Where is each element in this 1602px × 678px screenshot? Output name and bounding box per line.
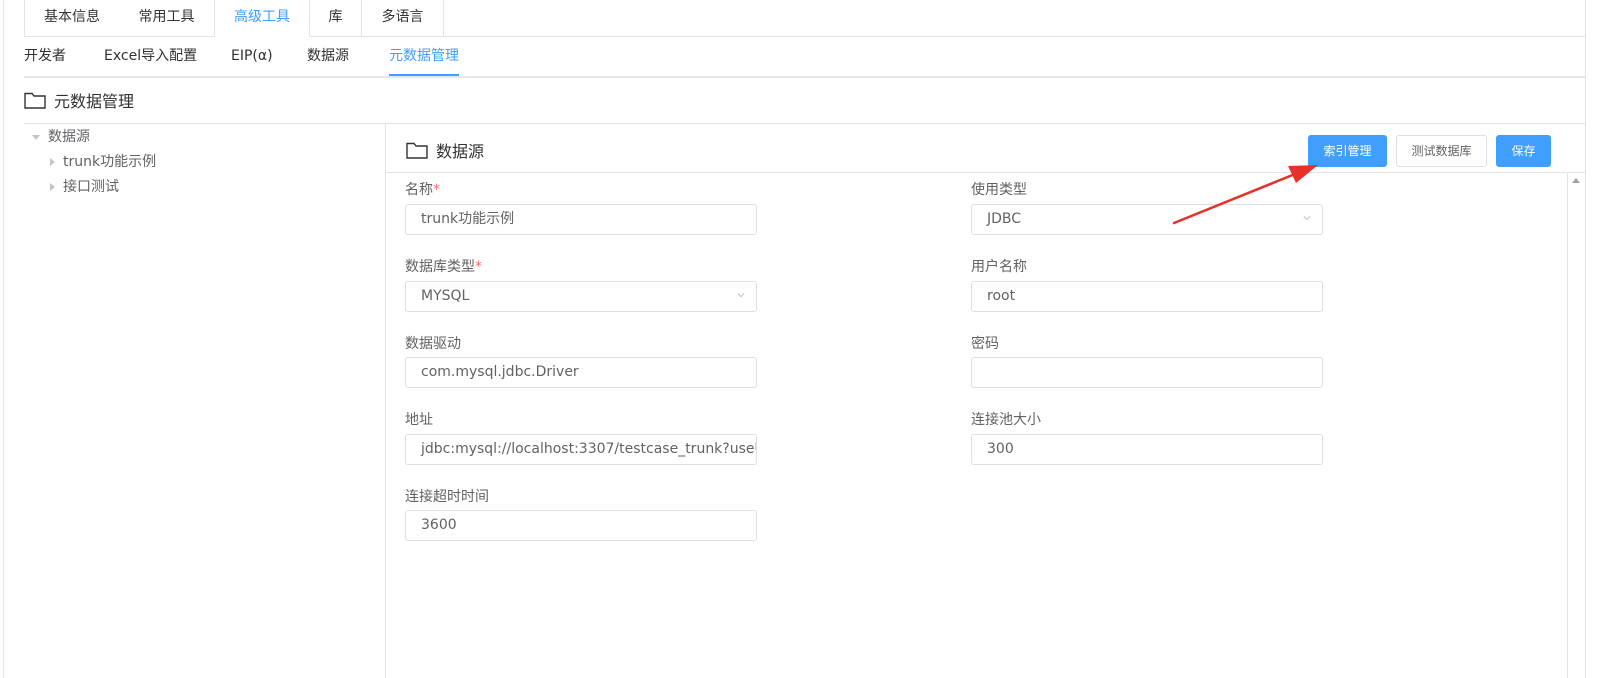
tab-common-tools[interactable]: 常用工具: [119, 0, 215, 37]
top-tabs: 基本信息 常用工具 高级工具 库 多语言: [24, 0, 1586, 37]
name-label: 名称*: [405, 182, 440, 198]
driver-input[interactable]: com.mysql.jdbc.Driver: [405, 357, 757, 388]
tree-node-trunk-demo[interactable]: trunk功能示例: [50, 151, 156, 173]
tree-node-label: 接口测试: [63, 179, 119, 195]
page-title: 元数据管理: [54, 92, 135, 111]
tree-panel: 数据源 trunk功能示例 接口测试: [24, 124, 386, 678]
caret-down-icon[interactable]: [32, 134, 40, 140]
tab-multilanguage[interactable]: 多语言: [362, 0, 444, 37]
tab-excel-import-config[interactable]: Excel导入配置: [104, 36, 197, 74]
db-type-select[interactable]: MYSQL: [405, 281, 757, 312]
driver-label: 数据驱动: [405, 336, 461, 352]
timeout-label: 连接超时时间: [405, 489, 489, 505]
tree-node-api-test[interactable]: 接口测试: [50, 176, 119, 198]
caret-right-icon[interactable]: [50, 158, 55, 166]
sub-tabs: 开发者 Excel导入配置 EIP(α) 数据源 元数据管理: [24, 36, 1586, 78]
address-label: 地址: [405, 412, 433, 428]
username-input[interactable]: root: [971, 281, 1323, 312]
tab-basic-info[interactable]: 基本信息: [24, 0, 120, 37]
db-type-label: 数据库类型*: [405, 259, 482, 275]
username-label: 用户名称: [971, 259, 1027, 275]
detail-panel: 数据源 索引管理 测试数据库 保存 名称* trunk功能示例 数据库类型* M…: [386, 124, 1586, 678]
tab-metadata-management[interactable]: 元数据管理: [389, 36, 459, 76]
page-left-border: [3, 0, 4, 678]
panel-title: 数据源: [436, 142, 485, 161]
save-button[interactable]: 保存: [1496, 135, 1551, 167]
test-database-button[interactable]: 测试数据库: [1396, 135, 1487, 167]
pool-size-input[interactable]: 300: [971, 434, 1323, 465]
caret-right-icon[interactable]: [50, 183, 55, 191]
folder-icon: [24, 92, 46, 109]
tab-library[interactable]: 库: [310, 0, 362, 37]
index-manage-button[interactable]: 索引管理: [1308, 135, 1387, 167]
tree-node-label: trunk功能示例: [63, 154, 157, 170]
tab-advanced-tools[interactable]: 高级工具: [215, 0, 310, 37]
tab-developer[interactable]: 开发者: [24, 36, 66, 74]
name-input[interactable]: trunk功能示例: [405, 204, 757, 235]
usage-type-label: 使用类型: [971, 182, 1027, 198]
chevron-down-icon: [1303, 216, 1311, 221]
usage-type-select[interactable]: JDBC: [971, 204, 1323, 235]
chevron-down-icon: [737, 293, 745, 298]
tree-node-datasource[interactable]: 数据源: [32, 126, 90, 148]
address-input[interactable]: jdbc:mysql://localhost:3307/testcase_tru…: [405, 434, 757, 465]
page-header: 元数据管理: [24, 88, 134, 112]
password-input[interactable]: [971, 357, 1323, 388]
main-area: 数据源 trunk功能示例 接口测试 数据源 索引管理 测试数据库 保存 名称*…: [24, 123, 1586, 678]
scrollbar[interactable]: [1567, 173, 1584, 678]
tab-datasource[interactable]: 数据源: [307, 36, 349, 74]
tab-eip[interactable]: EIP(α): [231, 36, 273, 74]
panel-header: 数据源 索引管理 测试数据库 保存: [386, 124, 1586, 173]
timeout-input[interactable]: 3600: [405, 510, 757, 541]
tree-node-label: 数据源: [48, 129, 90, 145]
pool-size-label: 连接池大小: [971, 412, 1041, 428]
password-label: 密码: [971, 336, 999, 352]
scroll-up-icon[interactable]: [1572, 178, 1580, 183]
folder-icon: [406, 142, 428, 159]
